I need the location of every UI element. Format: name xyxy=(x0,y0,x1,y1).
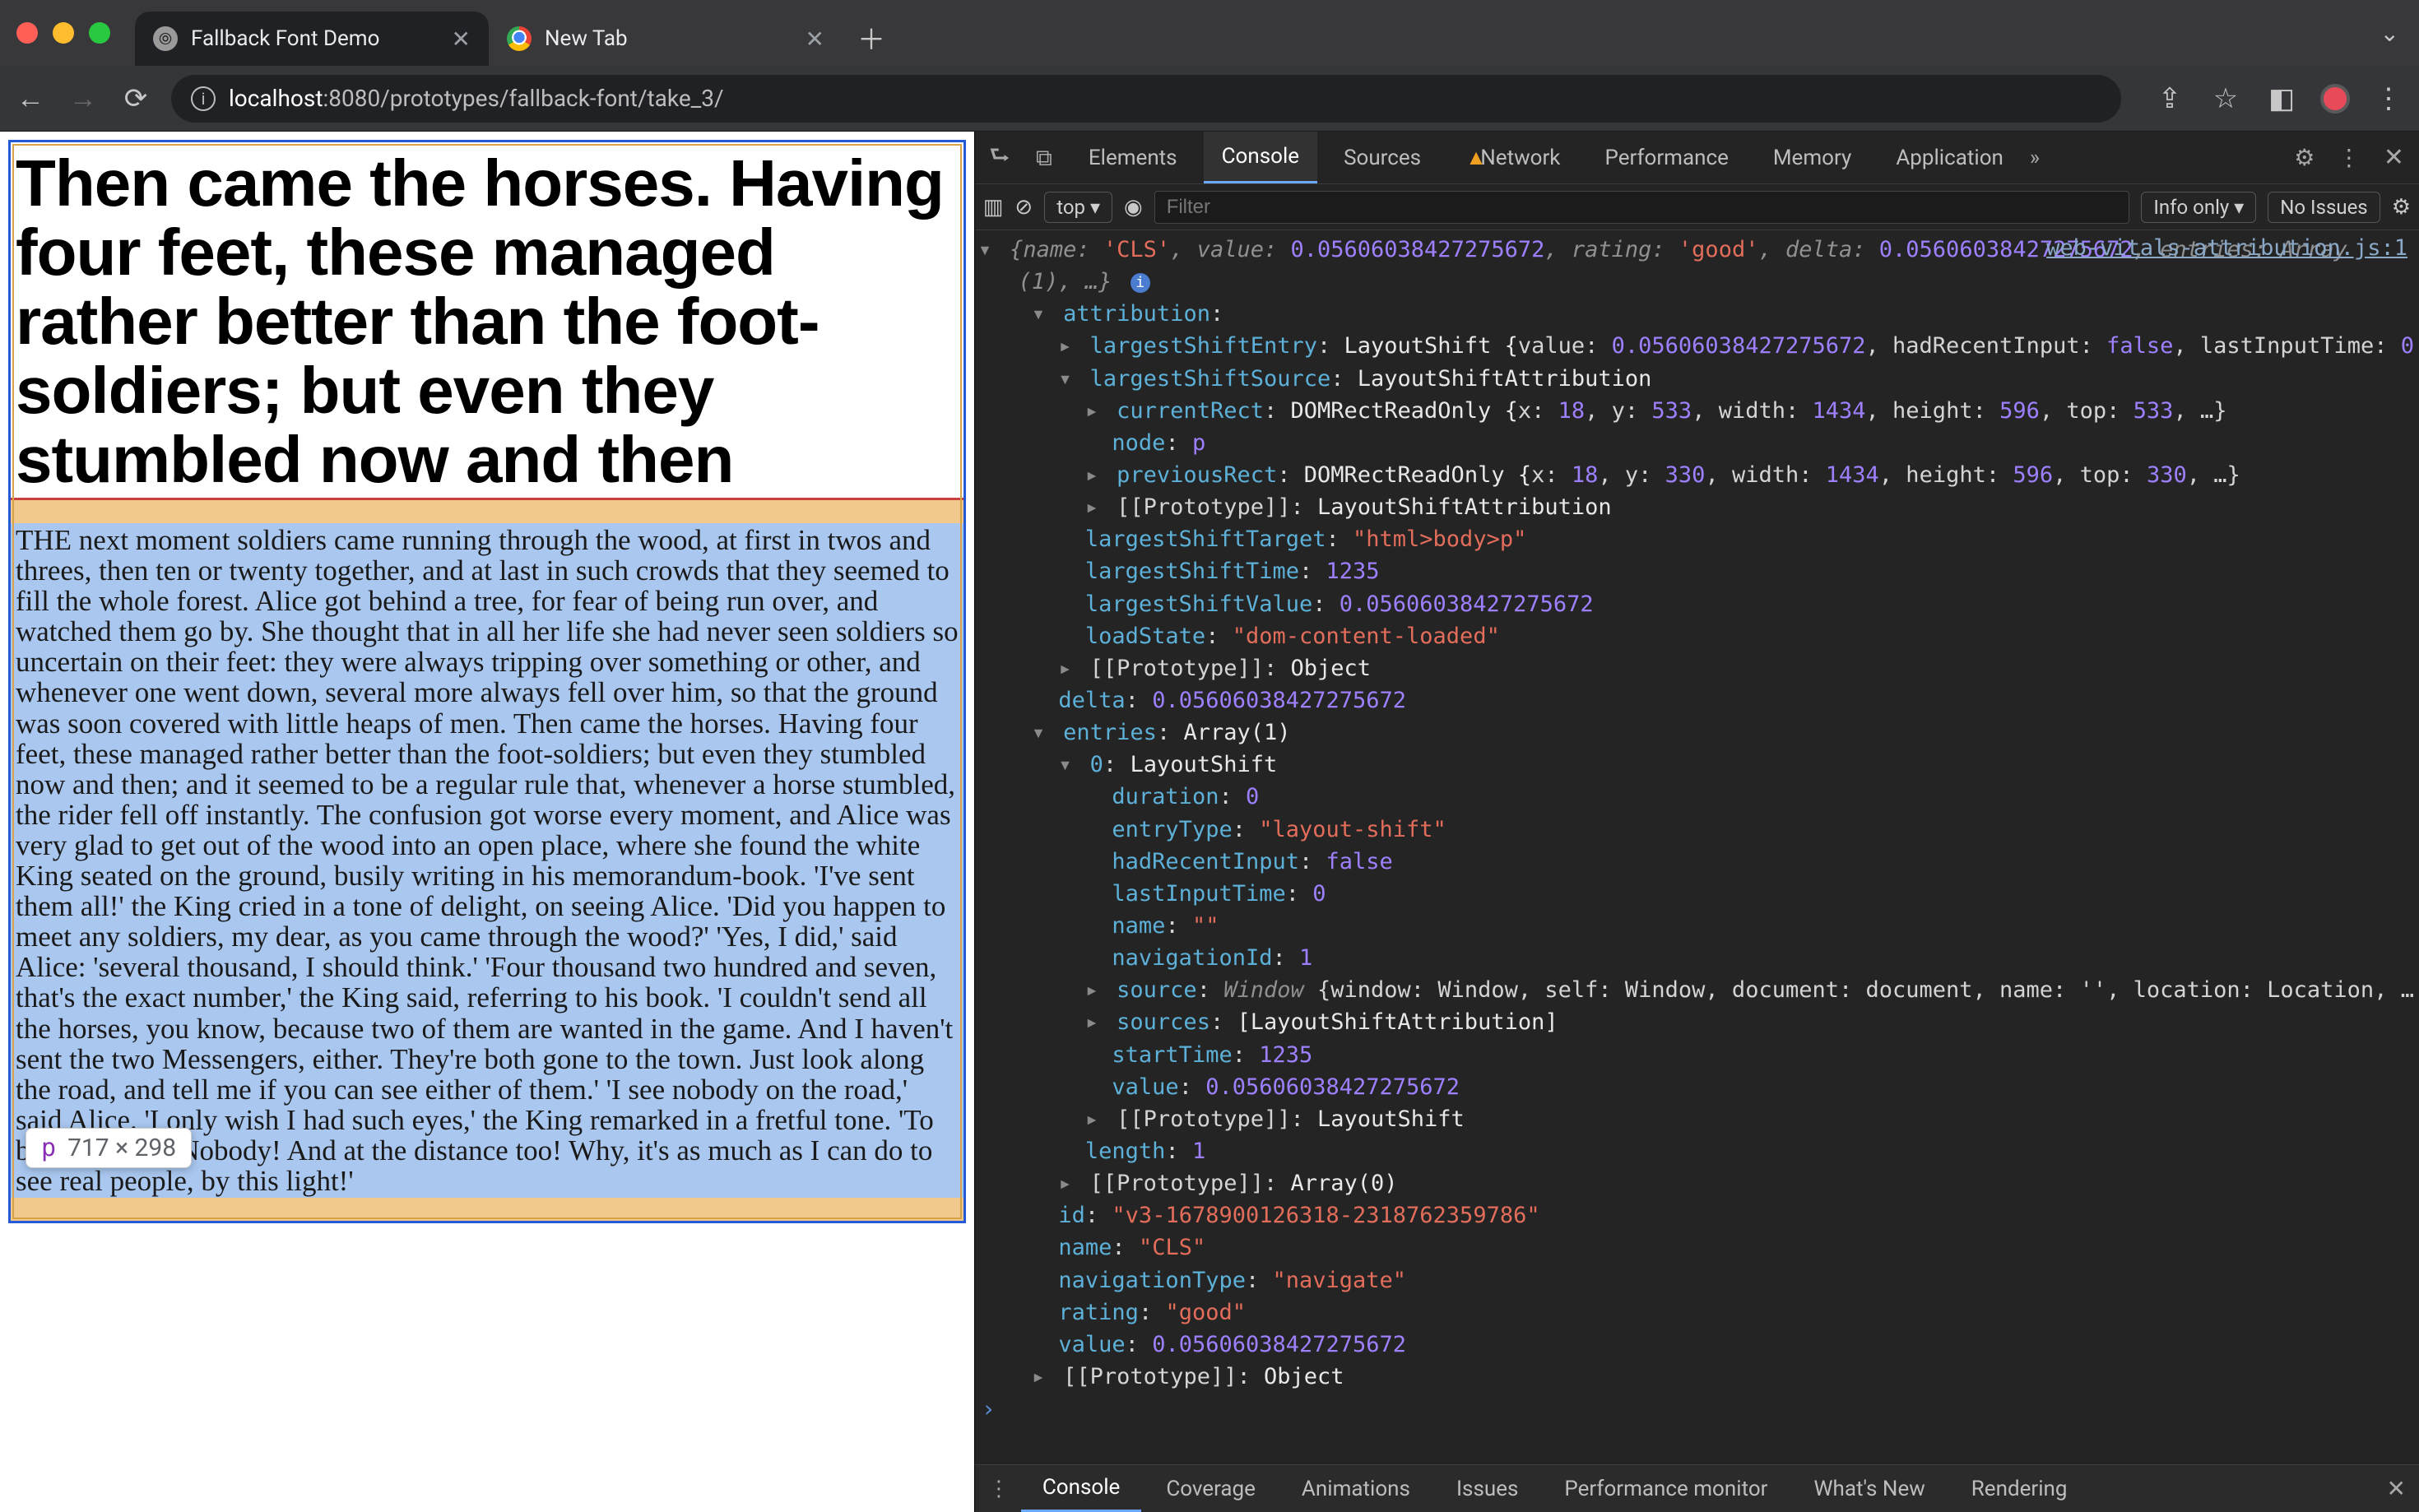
inspect-tagname: p xyxy=(41,1134,56,1162)
nav-reload-button[interactable]: ⟳ xyxy=(118,82,153,115)
favicon-icon: ⦾ xyxy=(153,26,178,51)
browser-tab-inactive[interactable]: New Tab ✕ xyxy=(489,12,843,66)
body-paragraph: THE next moment soldiers came running th… xyxy=(11,523,963,1198)
cls-stripe-top xyxy=(11,500,963,523)
browser-menu-button[interactable]: ⋮ xyxy=(2371,82,2406,115)
console-context-select[interactable]: top ▾ xyxy=(1044,192,1112,223)
console-toolbar: ▥ ⊘ top ▾ ◉ Info only ▾ No Issues ⚙ xyxy=(975,184,2419,230)
source-link[interactable]: web-vitals-attribution.js:1 xyxy=(2046,232,2407,264)
drawer-tab-perfmon[interactable]: Performance monitor xyxy=(1543,1465,1789,1512)
inspect-dimensions: 717 × 298 xyxy=(67,1134,176,1162)
tab-title: Fallback Font Demo xyxy=(191,26,379,51)
devtools-tab-application[interactable]: Application xyxy=(1878,132,2022,183)
cls-stripe-bottom xyxy=(11,1198,963,1221)
tab-close-button[interactable]: ✕ xyxy=(806,26,824,53)
tab-overflow-button[interactable]: ⌄ xyxy=(2380,20,2399,47)
nav-back-button[interactable]: ← xyxy=(13,82,48,115)
drawer-tab-rendering[interactable]: Rendering xyxy=(1950,1465,2089,1512)
element-inspect-tooltip: p 717 × 298 xyxy=(26,1128,192,1168)
window-close-button[interactable] xyxy=(16,22,38,44)
device-toolbar-button[interactable]: ⧉ xyxy=(1026,144,1062,172)
devtools-overflow-button[interactable]: » xyxy=(2030,146,2040,170)
console-sidebar-toggle[interactable]: ▥ xyxy=(983,195,1004,220)
devtools-tabbar: ⮑ ⧉ Elements Console Sources ▲ Network P… xyxy=(975,132,2419,184)
window-minimize-button[interactable] xyxy=(53,22,74,44)
devtools-settings-button[interactable]: ⚙ xyxy=(2287,144,2323,171)
drawer-tab-console[interactable]: Console xyxy=(1021,1465,1141,1512)
sidepanel-button[interactable]: ◧ xyxy=(2264,82,2299,115)
console-clear-button[interactable]: ⊘ xyxy=(1014,195,1033,220)
url-text: localhost:8080/prototypes/fallback-font/… xyxy=(229,85,724,112)
console-level-select[interactable]: Info only ▾ xyxy=(2141,192,2256,223)
page-frame: Then came the horses. Having four feet, … xyxy=(8,140,966,1223)
chrome-favicon-icon xyxy=(507,26,532,51)
window-maximize-button[interactable] xyxy=(89,22,110,44)
console-prompt-caret[interactable]: › xyxy=(978,1395,996,1422)
site-info-icon[interactable]: i xyxy=(191,86,216,111)
profile-avatar[interactable] xyxy=(2320,84,2350,114)
devtools-tab-memory[interactable]: Memory xyxy=(1755,132,1869,183)
devtools-close-button[interactable]: ✕ xyxy=(2375,143,2412,172)
devtools-tab-performance[interactable]: Performance xyxy=(1586,132,1746,183)
omnibox[interactable]: i localhost:8080/prototypes/fallback-fon… xyxy=(171,75,2121,123)
console-output[interactable]: web-vitals-attribution.js:1 ▾ {name: 'CL… xyxy=(975,230,2419,1464)
console-filter-input[interactable] xyxy=(1154,191,2130,224)
console-livewatch-button[interactable]: ◉ xyxy=(1124,195,1143,220)
hero-paragraph: Then came the horses. Having four feet, … xyxy=(11,142,963,500)
devtools-drawer: ⋮ Console Coverage Animations Issues Per… xyxy=(975,1464,2419,1512)
info-icon[interactable]: i xyxy=(1131,273,1150,293)
devtools-tab-console[interactable]: Console xyxy=(1204,132,1317,183)
nav-forward-button[interactable]: → xyxy=(66,82,100,115)
devtools-tab-sources[interactable]: Sources xyxy=(1326,132,1439,183)
console-settings-button[interactable]: ⚙ xyxy=(2392,195,2411,220)
devtools-tab-elements[interactable]: Elements xyxy=(1070,132,1196,183)
tab-title: New Tab xyxy=(545,26,628,51)
drawer-tab-whatsnew[interactable]: What's New xyxy=(1792,1465,1946,1512)
share-button[interactable]: ⇪ xyxy=(2152,82,2187,115)
drawer-tab-animations[interactable]: Animations xyxy=(1280,1465,1432,1512)
tab-close-button[interactable]: ✕ xyxy=(452,26,471,53)
new-tab-button[interactable]: ＋ xyxy=(857,17,885,58)
inspect-element-button[interactable]: ⮑ xyxy=(982,138,1018,178)
window-controls xyxy=(16,22,110,44)
console-issues-button[interactable]: No Issues xyxy=(2268,192,2380,223)
drawer-tab-coverage[interactable]: Coverage xyxy=(1144,1465,1277,1512)
browser-tab-active[interactable]: ⦾ Fallback Font Demo ✕ xyxy=(135,12,489,66)
page-viewport: Then came the horses. Having four feet, … xyxy=(0,132,974,1512)
devtools-panel: ⮑ ⧉ Elements Console Sources ▲ Network P… xyxy=(974,132,2419,1512)
drawer-close-button[interactable]: ✕ xyxy=(2379,1475,2414,1502)
content-split: Then came the horses. Having four feet, … xyxy=(0,132,2419,1512)
bookmark-button[interactable]: ☆ xyxy=(2208,82,2243,115)
drawer-menu-button[interactable]: ⋮ xyxy=(980,1477,1018,1501)
drawer-tab-issues[interactable]: Issues xyxy=(1435,1465,1539,1512)
devtools-tab-network[interactable]: ▲ Network xyxy=(1447,132,1578,183)
browser-tabstrip: ⦾ Fallback Font Demo ✕ New Tab ✕ ＋ ⌄ xyxy=(0,0,2419,66)
devtools-menu-button[interactable]: ⋮ xyxy=(2331,144,2367,171)
browser-toolbar: ← → ⟳ i localhost:8080/prototypes/fallba… xyxy=(0,66,2419,132)
